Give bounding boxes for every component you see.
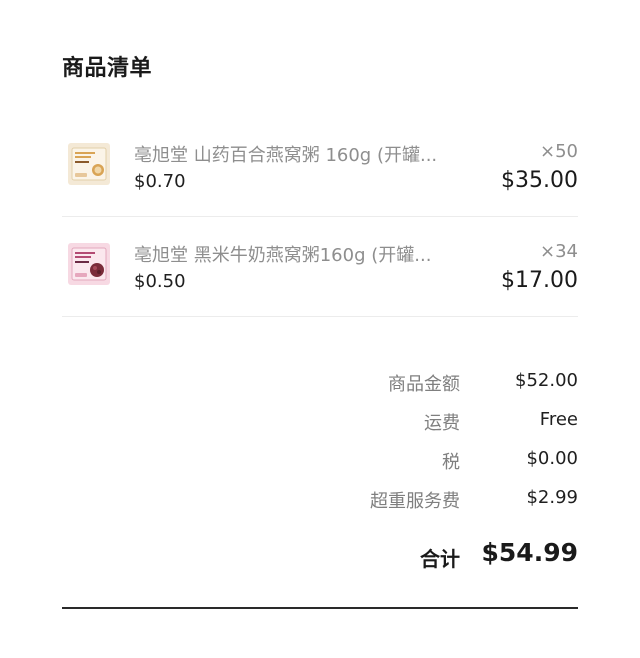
order-item[interactable]: 亳旭堂 黑米牛奶燕窝粥160g (开罐... $0.50 ×34 $17.00 (62, 217, 578, 317)
line-total: $35.00 (501, 168, 578, 193)
subtotal-label: 商品金额 (388, 374, 460, 395)
grand-total-label: 合计 (420, 547, 460, 571)
tax-row: 税 $0.00 (62, 448, 578, 476)
item-divider (62, 316, 578, 317)
tax-value: $0.00 (526, 448, 578, 469)
quantity: ×50 (540, 141, 578, 162)
product-name[interactable]: 亳旭堂 黑米牛奶燕窝粥160g (开罐... (134, 241, 464, 267)
line-total: $17.00 (501, 268, 578, 293)
product-name[interactable]: 亳旭堂 山药百合燕窝粥 160g (开罐... (134, 141, 464, 167)
shipping-label: 运费 (424, 413, 460, 434)
product-thumbnail[interactable] (68, 243, 110, 285)
overweight-fee-row: 超重服务费 $2.99 (62, 487, 578, 515)
quantity: ×34 (540, 241, 578, 262)
unit-price: $0.50 (134, 271, 186, 292)
order-item[interactable]: 亳旭堂 山药百合燕窝粥 160g (开罐... $0.70 ×50 $35.00 (62, 117, 578, 217)
section-divider (62, 607, 578, 609)
shipping-row: 运费 Free (62, 409, 578, 437)
grand-total-row: 合计 $54.99 (62, 538, 578, 572)
tax-label: 税 (442, 452, 460, 473)
order-items-title: 商品清单 (62, 56, 153, 81)
shipping-value: Free (539, 409, 578, 430)
overweight-fee-label: 超重服务费 (370, 491, 460, 512)
subtotal-row: 商品金额 $52.00 (62, 370, 578, 398)
grand-total-value: $54.99 (481, 538, 578, 567)
product-thumbnail[interactable] (68, 143, 110, 185)
subtotal-value: $52.00 (515, 370, 578, 391)
unit-price: $0.70 (134, 171, 186, 192)
overweight-fee-value: $2.99 (526, 487, 578, 508)
